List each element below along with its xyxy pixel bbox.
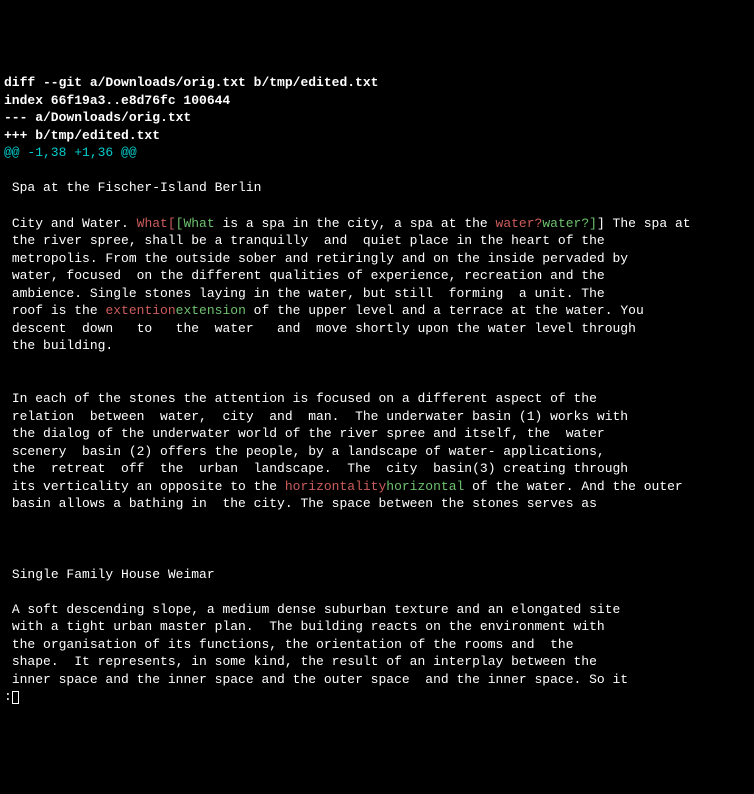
- added-text: [What: [176, 216, 215, 231]
- context-line: the river spree, shall be a tranquilly a…: [4, 233, 605, 248]
- context-line: the organisation of its functions, the o…: [4, 637, 574, 652]
- added-text: extension: [176, 303, 246, 318]
- context-line: shape. It represents, in some kind, the …: [4, 654, 597, 669]
- context-line: of the upper level and a terrace at the …: [246, 303, 644, 318]
- context-line: A soft descending slope, a medium dense …: [4, 602, 620, 617]
- context-line: the retreat off the urban landscape. The…: [4, 461, 628, 476]
- context-line: Single Family House Weimar: [4, 567, 215, 582]
- context-line: Spa at the Fischer-Island Berlin: [4, 180, 261, 195]
- diff-output: diff --git a/Downloads/orig.txt b/tmp/ed…: [4, 74, 750, 706]
- hunk-header: @@ -1,38 +1,36 @@: [4, 145, 137, 160]
- added-text: water?]: [542, 216, 597, 231]
- context-line: In each of the stones the attention is f…: [4, 391, 597, 406]
- context-line: roof is the: [4, 303, 105, 318]
- context-line: metropolis. From the outside sober and r…: [4, 251, 628, 266]
- context-line: its verticality an opposite to the: [4, 479, 285, 494]
- context-line: ] The spa at: [597, 216, 691, 231]
- context-line: water, focused on the different qualitie…: [4, 268, 605, 283]
- context-line: scenery basin (2) offers the people, by …: [4, 444, 605, 459]
- diff-new-file: +++ b/tmp/edited.txt: [4, 128, 160, 143]
- pager-prompt[interactable]: :: [4, 689, 12, 704]
- removed-text: extention: [105, 303, 175, 318]
- removed-text: What[: [137, 216, 176, 231]
- context-line: inner space and the inner space and the …: [4, 672, 628, 687]
- context-line: with a tight urban master plan. The buil…: [4, 619, 605, 634]
- context-line: of the water. And the outer: [464, 479, 682, 494]
- context-line: is a spa in the city, a spa at the: [215, 216, 496, 231]
- diff-old-file: --- a/Downloads/orig.txt: [4, 110, 191, 125]
- cursor-icon: [12, 691, 19, 704]
- context-line: the building.: [4, 338, 113, 353]
- context-line: the dialog of the underwater world of th…: [4, 426, 605, 441]
- diff-index-line: index 66f19a3..e8d76fc 100644: [4, 93, 230, 108]
- added-text: horizontal: [386, 479, 464, 494]
- context-line: ambience. Single stones laying in the wa…: [4, 286, 605, 301]
- context-line: descent down to the water and move short…: [4, 321, 636, 336]
- removed-text: horizontality: [285, 479, 386, 494]
- removed-text: water?: [496, 216, 543, 231]
- context-line: basin allows a bathing in the city. The …: [4, 496, 597, 511]
- context-line: relation between water, city and man. Th…: [4, 409, 628, 424]
- diff-header-line: diff --git a/Downloads/orig.txt b/tmp/ed…: [4, 75, 378, 90]
- context-line: City and Water.: [4, 216, 137, 231]
